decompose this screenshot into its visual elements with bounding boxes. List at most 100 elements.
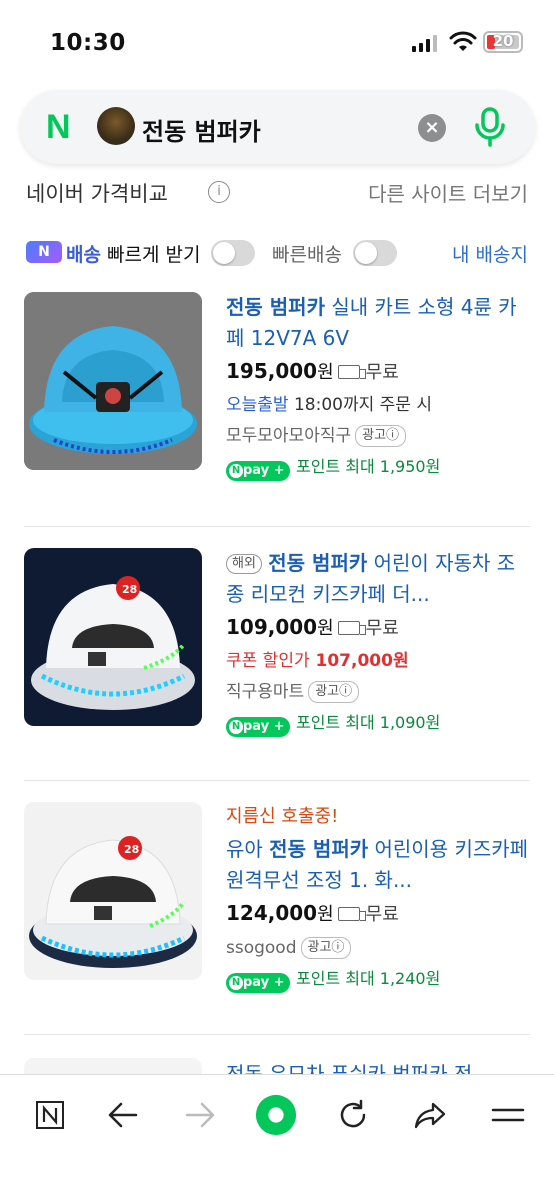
- my-address-link[interactable]: 내 배송지: [452, 240, 528, 267]
- price: 195,000: [226, 359, 318, 383]
- npay-badge-icon: Npay +: [226, 461, 290, 481]
- info-icon[interactable]: i: [208, 181, 230, 203]
- delivery-word: 배송: [66, 244, 101, 266]
- price: 109,000: [226, 615, 318, 639]
- title-keyword: 전동 범퍼카: [268, 551, 368, 575]
- coupon-info: 쿠폰 할인가 107,000원: [226, 646, 530, 676]
- shipping-fee: 무료: [365, 904, 399, 925]
- product-card[interactable]: 28 해외 전동 범퍼카 어린이 자동차 조종 리모컨 키즈카페 더... 10…: [0, 528, 554, 782]
- product-info: 해외 전동 범퍼카 어린이 자동차 조종 리모컨 키즈카페 더... 109,0…: [226, 548, 530, 738]
- microphone-icon[interactable]: [472, 106, 508, 148]
- title-keyword: 전동 범퍼카: [226, 295, 325, 319]
- price-row: 124,000원 무료: [226, 900, 530, 932]
- search-bar[interactable]: N 전동 범퍼카 ×: [20, 90, 535, 164]
- product-card[interactable]: 전동 범퍼카 실내 카트 소형 4륜 카페 12V7A 6V 195,000원 무…: [0, 272, 554, 526]
- product-image[interactable]: [24, 292, 202, 470]
- next-product-image[interactable]: [24, 1058, 202, 1074]
- quick-delivery-toggle[interactable]: [353, 240, 397, 266]
- seller-row: 모두모아모아직구 광고ⓘ: [226, 420, 530, 452]
- today-ship-label: 오늘출발: [226, 395, 289, 415]
- query-thumbnail: [97, 107, 135, 145]
- points-text: 포인트 최대 1,240원: [296, 969, 441, 988]
- product-title[interactable]: 유아 전동 범퍼카 어린이용 키즈카페 원격무선 조정 1. 화...: [226, 834, 530, 896]
- fast-receive-toggle[interactable]: [211, 240, 255, 266]
- price-unit: 원: [317, 904, 334, 925]
- green-dot-icon: [255, 1094, 297, 1136]
- wifi-icon: [449, 31, 477, 51]
- seller-name[interactable]: 직구용마트: [226, 682, 304, 702]
- green-dot-button[interactable]: [254, 1093, 298, 1137]
- ad-badge[interactable]: 광고ⓘ: [355, 425, 407, 447]
- fast-receive-word: 빠르게 받기: [100, 244, 201, 266]
- clear-search-button[interactable]: ×: [418, 114, 446, 142]
- seller-row: 직구용마트 광고ⓘ: [226, 676, 530, 708]
- reload-button[interactable]: [331, 1093, 375, 1137]
- price: 124,000: [226, 901, 318, 925]
- search-query[interactable]: 전동 범퍼카: [142, 112, 261, 147]
- delivery-info: 오늘출발 18:00까지 주문 시: [226, 390, 530, 420]
- product-title[interactable]: 해외 전동 범퍼카 어린이 자동차 조종 리모컨 키즈카페 더...: [226, 548, 530, 610]
- seller-row: ssogood 광고ⓘ: [226, 932, 530, 964]
- toggle-knob: [355, 242, 377, 264]
- quick-delivery-label: 빠른배송: [272, 244, 342, 266]
- points-text: 포인트 최대 1,950원: [296, 457, 441, 476]
- battery-icon: 20: [483, 31, 523, 53]
- menu-button[interactable]: [486, 1093, 530, 1137]
- price-row: 109,000원 무료: [226, 614, 530, 646]
- truck-icon: [337, 365, 366, 379]
- naver-logo[interactable]: N: [46, 110, 71, 144]
- points-text: 포인트 최대 1,090원: [296, 713, 441, 732]
- coupon-price: 107,000원: [309, 651, 409, 671]
- section-title: 네이버 가격비교: [26, 182, 168, 206]
- price-unit: 원: [317, 618, 334, 639]
- arrow-left-icon: [108, 1102, 138, 1128]
- title-keyword: 전동 범퍼카: [269, 837, 369, 861]
- naver-n-icon: [36, 1101, 64, 1129]
- price-comparison-header: 네이버 가격비교 i 다른 사이트 더보기: [0, 172, 554, 212]
- seller-name[interactable]: ssogood: [226, 938, 297, 958]
- product-image[interactable]: 28: [24, 548, 202, 726]
- divider: [24, 526, 530, 527]
- npay-points-row: Npay + 포인트 최대 1,950원: [226, 452, 530, 482]
- battery-level: 20: [492, 32, 514, 50]
- share-button[interactable]: [408, 1093, 452, 1137]
- divider: [24, 1034, 530, 1035]
- reload-icon: [340, 1099, 366, 1128]
- other-sites-link[interactable]: 다른 사이트 더보기: [368, 178, 528, 207]
- npay-points-row: Npay + 포인트 최대 1,090원: [226, 708, 530, 738]
- hamburger-menu-icon: [491, 1108, 525, 1122]
- npay-points-row: Npay + 포인트 최대 1,240원: [226, 964, 530, 994]
- delivery-filter-row: N 배송 빠르게 받기 빠른배송 내 배송지: [0, 232, 554, 272]
- fast-delivery-label: 배송 빠르게 받기: [66, 240, 200, 267]
- coupon-label: 쿠폰 할인가: [226, 651, 310, 671]
- cutoff-text: 18:00까지 주문 시: [288, 395, 432, 415]
- back-button[interactable]: [101, 1093, 145, 1137]
- truck-icon: [337, 907, 366, 921]
- n-delivery-badge-icon: N: [26, 241, 62, 263]
- svg-text:28: 28: [124, 843, 139, 856]
- forward-button[interactable]: [178, 1093, 222, 1137]
- price-row: 195,000원 무료: [226, 358, 530, 390]
- share-icon: [414, 1102, 446, 1129]
- shipping-fee: 무료: [365, 362, 399, 383]
- status-time: 10:30: [50, 30, 126, 56]
- npay-badge-icon: Npay +: [226, 717, 290, 737]
- ad-badge[interactable]: 광고ⓘ: [300, 937, 352, 959]
- truck-icon: [337, 621, 366, 635]
- toggle-knob: [213, 242, 235, 264]
- ad-badge[interactable]: 광고ⓘ: [308, 681, 360, 703]
- product-info: 지름신 호출중! 유아 전동 범퍼카 어린이용 키즈카페 원격무선 조정 1. …: [226, 802, 530, 994]
- product-card[interactable]: 28 지름신 호출중! 유아 전동 범퍼카 어린이용 키즈카페 원격무선 조정 …: [0, 782, 554, 1036]
- seller-name[interactable]: 모두모아모아직구: [226, 426, 351, 446]
- browser-toolbar: [0, 1074, 554, 1200]
- product-image[interactable]: 28: [24, 802, 202, 980]
- divider: [24, 780, 530, 781]
- title-prefix: 유아: [226, 837, 270, 861]
- svg-text:28: 28: [122, 583, 137, 596]
- price-unit: 원: [317, 362, 334, 383]
- product-info: 전동 범퍼카 실내 카트 소형 4륜 카페 12V7A 6V 195,000원 무…: [226, 292, 530, 482]
- overseas-tag: 해외: [226, 554, 262, 574]
- naver-home-button[interactable]: [28, 1093, 72, 1137]
- product-title[interactable]: 전동 범퍼카 실내 카트 소형 4륜 카페 12V7A 6V: [226, 292, 530, 354]
- promo-label: 지름신 호출중!: [226, 806, 339, 827]
